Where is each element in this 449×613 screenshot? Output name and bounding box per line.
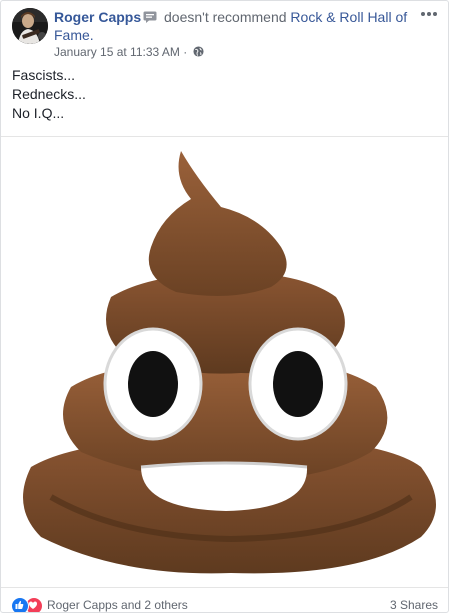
recommendation-badge-icon — [143, 11, 157, 23]
pile-of-poo-emoji — [23, 151, 436, 574]
post-text-line: No I.Q... — [12, 105, 65, 121]
like-icon — [11, 597, 29, 612]
reactors-text: Roger Capps and 2 others — [47, 598, 188, 612]
timestamp-link[interactable]: January 15 at 11:33 AM — [54, 45, 180, 59]
reactions-summary[interactable]: Roger Capps and 2 others — [11, 597, 188, 612]
post-meta: January 15 at 11:33 AM · — [54, 45, 204, 59]
post-image[interactable] — [1, 137, 448, 583]
post-header: Roger Capps doesn't recommend Rock & Rol… — [1, 1, 448, 61]
post-footer: Roger Capps and 2 others 3 Shares — [1, 587, 448, 612]
post-text: Fascists... Rednecks... No I.Q... — [12, 66, 86, 123]
author-name-link[interactable]: Roger Capps — [54, 9, 141, 25]
meta-separator: · — [183, 45, 188, 59]
post-text-line: Fascists... — [12, 67, 76, 83]
shares-count[interactable]: 3 Shares — [390, 597, 438, 612]
avatar-photo — [12, 8, 48, 44]
avatar[interactable] — [12, 8, 48, 44]
globe-icon[interactable] — [193, 46, 204, 57]
post-text-line: Rednecks... — [12, 86, 86, 102]
action-text: doesn't recommend — [164, 9, 287, 25]
facebook-post: Roger Capps doesn't recommend Rock & Rol… — [0, 0, 449, 613]
post-headline: Roger Capps doesn't recommend Rock & Rol… — [54, 8, 409, 44]
more-options-icon[interactable] — [420, 10, 438, 18]
